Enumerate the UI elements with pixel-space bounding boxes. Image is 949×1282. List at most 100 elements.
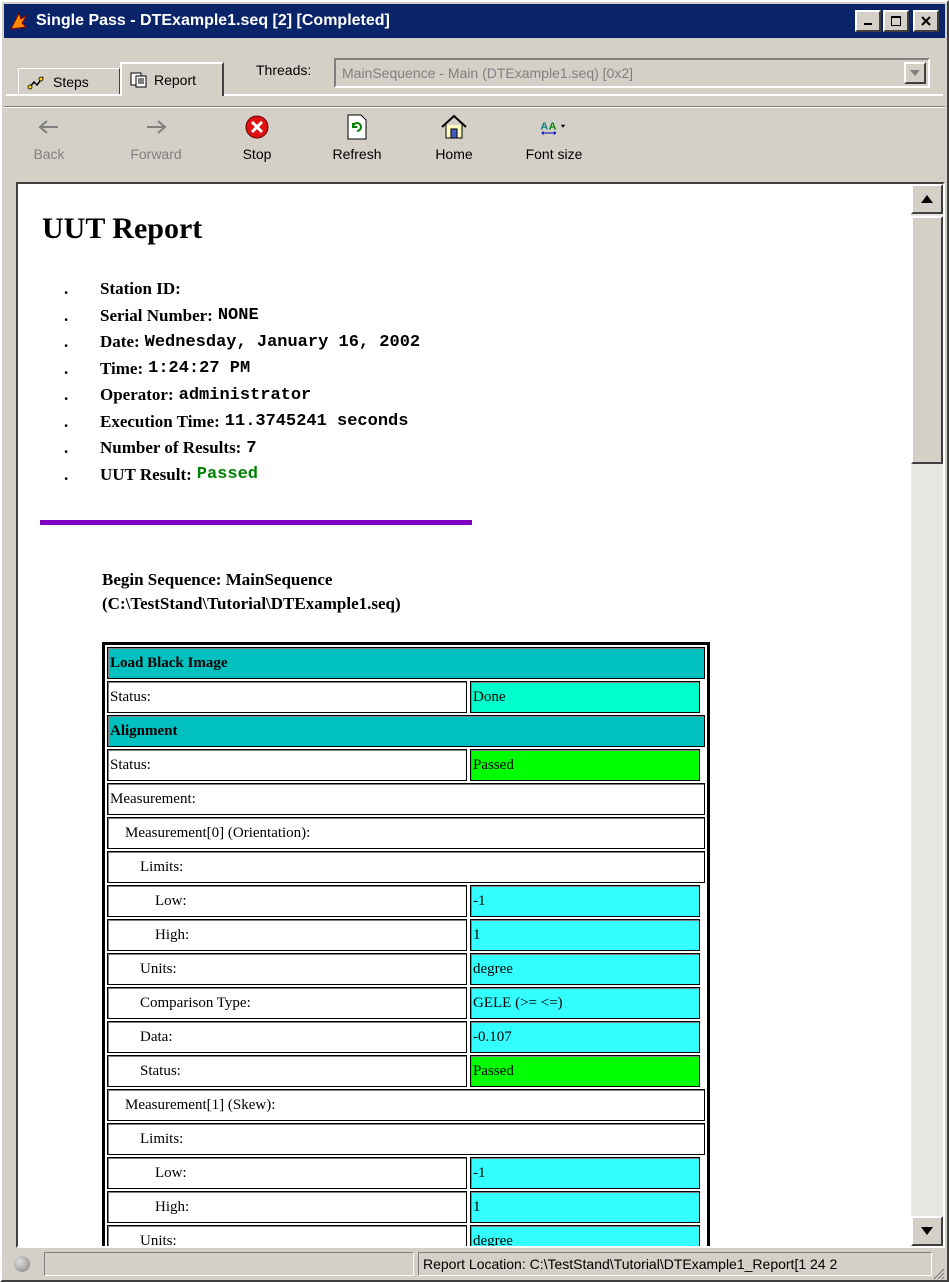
tab-report-label: Report [154,72,197,88]
field-value: -1 [470,885,700,917]
info-value: 1:24:27 PM [148,359,251,379]
title-bar[interactable]: Single Pass - DTExample1.seq [2] [Comple… [4,4,945,38]
font-size-button[interactable]: AA Font size [514,112,594,172]
teststand-app-icon [10,11,28,30]
home-button[interactable]: Home [426,112,482,172]
table-row: Units: degree [107,1225,705,1246]
refresh-button[interactable]: Refresh [322,112,392,172]
step-header-row: Alignment [107,715,705,747]
resize-grip-icon[interactable] [931,1266,945,1280]
field-label: Data: [107,1021,467,1053]
info-label: Number of Results: [100,438,242,458]
info-value: 11.3745241 seconds [224,412,409,432]
field-label: Status: [107,1055,467,1087]
info-serial-number: Serial Number:NONE [64,303,420,330]
threads-select-value: MainSequence - Main (DTExample1.seq) [0x… [342,65,634,81]
font-size-icon: AA [541,120,566,135]
info-label: Execution Time: [100,411,220,431]
field-value: 1 [470,1191,700,1223]
report-browser: UUT Report Station ID: Serial Number:NON… [16,182,945,1248]
group-label: Limits: [107,1123,705,1155]
table-row: High: 1 [107,919,705,951]
field-label: Status: [107,749,467,781]
step-name: Load Black Image [107,647,705,679]
info-value: NONE [217,306,259,326]
back-button[interactable]: Back [24,112,74,172]
field-value: Passed [470,1055,700,1087]
refresh-label: Refresh [332,146,382,162]
forward-button[interactable]: Forward [116,112,196,172]
sequence-name: Begin Sequence: MainSequence [102,570,333,589]
field-value: degree [470,1225,700,1246]
svg-text:A: A [541,120,549,132]
close-button[interactable] [913,10,939,32]
report-title: UUT Report [42,212,203,245]
group-row: Limits: [107,1123,705,1155]
group-label: Measurement[1] (Skew): [107,1089,705,1121]
table-row: Data: -0.107 [107,1021,705,1053]
field-label: Low: [107,885,467,917]
field-label: Units: [107,1225,467,1246]
section-divider [40,520,472,525]
forward-label: Forward [130,146,182,162]
field-label: Status: [107,681,467,713]
scroll-up-button[interactable] [911,184,943,214]
field-value: 1 [470,919,700,951]
threads-select[interactable]: MainSequence - Main (DTExample1.seq) [0x… [334,58,930,88]
group-row: Measurement[0] (Orientation): [107,817,705,849]
info-label: UUT Result: [100,464,192,484]
stop-label: Stop [242,146,272,162]
minimize-button[interactable] [855,10,881,32]
report-location: Report Location: C:\TestStand\Tutorial\D… [418,1252,932,1276]
step-name: Alignment [107,715,705,747]
maximize-icon [891,16,901,26]
field-value: degree [470,953,700,985]
report-window: Single Pass - DTExample1.seq [2] [Comple… [0,0,949,1282]
info-value: 7 [246,438,257,458]
chevron-down-icon [910,70,920,76]
refresh-icon [347,114,367,140]
threads-label: Threads: [256,62,312,78]
tab-steps[interactable]: Steps [18,68,120,94]
info-label: Serial Number: [100,305,213,325]
home-label: Home [435,146,473,162]
field-label: Units: [107,953,467,985]
info-label: Station ID: [100,279,181,299]
threads-dropdown-button[interactable] [904,62,926,84]
status-indicator-icon [14,1256,30,1272]
info-label: Time: [100,358,144,378]
vertical-scrollbar[interactable] [911,184,943,1246]
tab-report[interactable]: Report [120,62,224,96]
field-label: Comparison Type: [107,987,467,1019]
back-arrow-icon [38,120,58,134]
group-row: Limits: [107,851,705,883]
field-value: -1 [470,1157,700,1189]
table-row: Low: -1 [107,885,705,917]
home-icon [441,114,467,139]
browser-toolbar: Back Forward Stop Refresh Home AA Font s… [4,106,945,178]
table-row: Status: Passed [107,1055,705,1087]
table-row: High: 1 [107,1191,705,1223]
field-label: High: [107,1191,467,1223]
info-execution-time: Execution Time:11.3745241 seconds [64,409,420,436]
table-row: Comparison Type: GELE (>= <=) [107,987,705,1019]
back-label: Back [33,146,65,162]
group-row: Measurement: [107,783,705,815]
field-value: Passed [470,749,700,781]
maximize-button[interactable] [883,10,909,32]
tab-row: Steps Report Threads: MainSequence - Mai… [4,42,945,98]
group-row: Measurement[1] (Skew): [107,1089,705,1121]
field-value: -0.107 [470,1021,700,1053]
uut-result-value: Passed [196,465,258,485]
sequence-header: Begin Sequence: MainSequence (C:\TestSta… [102,568,401,616]
results-table: Load Black Image Status: Done Alignment Stat… [102,642,710,1246]
stop-button[interactable]: Stop [232,112,282,172]
status-bar: Report Location: C:\TestStand\Tutorial\D… [4,1250,945,1280]
window-title: Single Pass - DTExample1.seq [2] [Comple… [36,12,390,29]
info-number-of-results: Number of Results:7 [64,435,420,462]
scroll-down-button[interactable] [911,1216,943,1246]
scroll-thumb[interactable] [911,216,943,464]
group-label: Limits: [107,851,705,883]
info-label: Operator: [100,385,174,405]
table-row: Status: Done [107,681,705,713]
